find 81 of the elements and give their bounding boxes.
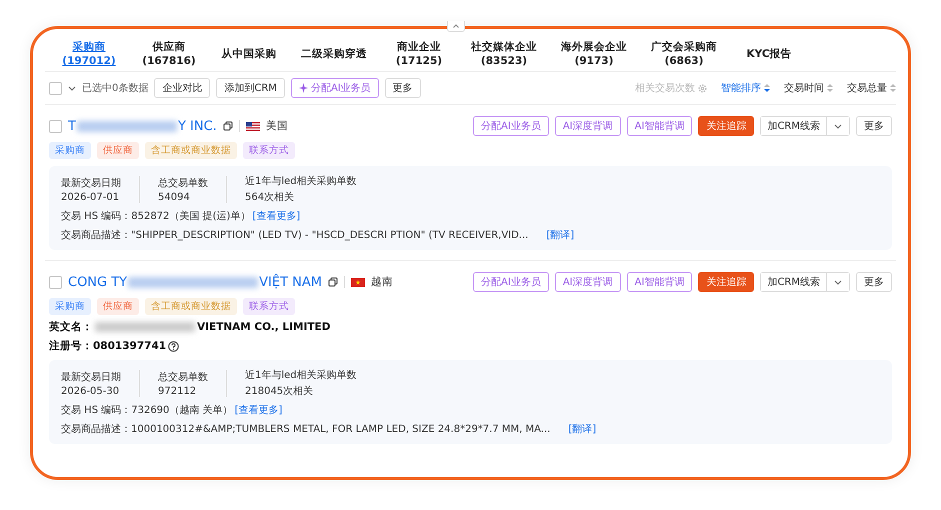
checkbox[interactable] bbox=[49, 120, 62, 132]
toolbar-button[interactable]: 更多 bbox=[384, 78, 421, 98]
copy-icon[interactable] bbox=[328, 277, 338, 287]
sort-icon bbox=[890, 83, 896, 93]
tab[interactable]: 广交会采购商 (6863) bbox=[639, 39, 729, 71]
action-button[interactable]: 关注追踪 bbox=[698, 272, 754, 292]
tag: 供应商 bbox=[97, 298, 139, 315]
tag: 含工商或商业数据 bbox=[145, 298, 237, 315]
view-more-link[interactable]: [查看更多] bbox=[234, 403, 282, 417]
tab[interactable]: 采购商 (197012) bbox=[49, 39, 129, 71]
translate-link[interactable]: [翻译] bbox=[546, 228, 574, 242]
caret-icon bbox=[834, 280, 842, 284]
english-name: 英文名： VIETNAM CO., LIMITED bbox=[49, 320, 332, 334]
stat-value: 2026-07-01 bbox=[61, 192, 120, 202]
sort-icon bbox=[764, 83, 770, 93]
stat-label: 总交易单数 bbox=[158, 176, 208, 190]
sparkle-icon bbox=[298, 83, 308, 93]
stat-label: 近1年与led相关采购单数 bbox=[245, 174, 357, 188]
stat-value: 2026-05-30 bbox=[61, 386, 120, 396]
sort-option[interactable]: 交易总量 bbox=[847, 81, 896, 95]
stat-value: 564次相关 bbox=[245, 190, 296, 204]
action-button[interactable]: AI智能背调 bbox=[626, 116, 692, 136]
action-button[interactable]: AI深度背调 bbox=[554, 272, 621, 292]
collapse-handle[interactable] bbox=[447, 21, 465, 32]
product-description: 交易商品描述：1000100312#&AMP;TUMBLERS METAL, FOR LAMP LED, SIZE 24.8*29*7.7 MM, MA... bbox=[61, 422, 550, 436]
caret-icon bbox=[834, 124, 842, 128]
tag: 采购商 bbox=[49, 298, 91, 315]
toolbar-button[interactable]: 分配AI业务员 bbox=[290, 78, 379, 98]
stat-label: 近1年与led相关采购单数 bbox=[245, 368, 357, 382]
toolbar-button[interactable]: 企业对比 bbox=[154, 78, 210, 98]
checkbox[interactable] bbox=[49, 276, 62, 288]
hs-code-text: 交易 HS 编码：732690（越南 关单） bbox=[61, 404, 233, 417]
view-more-link[interactable]: [查看更多] bbox=[252, 209, 300, 223]
tag: 联系方式 bbox=[243, 142, 295, 159]
translate-link[interactable]: [翻译] bbox=[568, 422, 596, 436]
tag: 供应商 bbox=[97, 142, 139, 159]
stat-label: 最新交易日期 bbox=[61, 176, 121, 190]
select-all-checkbox[interactable] bbox=[49, 82, 62, 94]
action-button[interactable]: AI深度背调 bbox=[554, 116, 621, 136]
sort-icon bbox=[827, 83, 833, 93]
action-button[interactable]: 分配AI业务员 bbox=[473, 272, 549, 292]
registration-number: 注册号：0801397741 bbox=[49, 339, 166, 353]
caret-icon bbox=[453, 24, 459, 28]
sort-option[interactable]: 智能排序 bbox=[721, 81, 770, 95]
company-name[interactable]: CONG TY VIỆT NAM bbox=[68, 274, 322, 290]
add-crm-button[interactable]: 加CRM线索 bbox=[761, 273, 827, 291]
tab[interactable]: 从中国采购 bbox=[209, 39, 289, 71]
stat-value: 54094 bbox=[158, 192, 191, 202]
toolbar-button[interactable]: 添加到CRM bbox=[216, 78, 285, 98]
settings-icon bbox=[698, 84, 707, 92]
product-description: 交易商品描述："SHIPPER_DESCRIPTION" (LED TV) - "HSCD_DESCRI PTION" (TV RECEIVER,VID... bbox=[61, 228, 528, 242]
action-button[interactable]: 更多 bbox=[856, 116, 892, 136]
flag-icon bbox=[350, 278, 365, 286]
caret-icon bbox=[68, 86, 76, 90]
tab[interactable]: 二级采购穿透 bbox=[289, 39, 379, 71]
hs-code-text: 交易 HS 编码：852872（美国 提(运)单） bbox=[61, 210, 250, 223]
tag: 联系方式 bbox=[243, 298, 295, 315]
add-crm-button[interactable]: 加CRM线索 bbox=[761, 117, 827, 135]
stat-value: 972112 bbox=[158, 386, 198, 396]
tab[interactable]: 社交媒体企业 (83523) bbox=[459, 39, 549, 71]
tab[interactable]: 供应商 (167816) bbox=[129, 39, 209, 71]
tab[interactable]: 海外展会企业 (9173) bbox=[549, 39, 639, 71]
tab[interactable]: KYC报告 bbox=[729, 39, 809, 71]
tag: 采购商 bbox=[49, 142, 91, 159]
help-icon[interactable] bbox=[168, 340, 180, 352]
stat-label: 总交易单数 bbox=[158, 370, 208, 384]
copy-icon[interactable] bbox=[222, 121, 233, 131]
tab[interactable]: 商业企业 (17125) bbox=[379, 39, 459, 71]
country-name: 越南 bbox=[370, 275, 393, 289]
flag-icon bbox=[246, 122, 260, 130]
country-name: 美国 bbox=[266, 119, 288, 133]
action-button[interactable]: 关注追踪 bbox=[698, 116, 754, 136]
action-button[interactable]: 更多 bbox=[856, 272, 892, 292]
action-button[interactable]: AI智能背调 bbox=[626, 272, 692, 292]
sort-option[interactable]: 交易时间 bbox=[784, 81, 833, 95]
company-name[interactable]: T Y INC. bbox=[68, 118, 217, 134]
stat-value: 218045次相关 bbox=[245, 384, 314, 398]
tag: 含工商或商业数据 bbox=[145, 142, 237, 159]
selection-count: 已选中0条数据 bbox=[82, 82, 148, 95]
action-button[interactable]: 分配AI业务员 bbox=[473, 116, 549, 136]
stat-label: 最新交易日期 bbox=[61, 370, 121, 384]
